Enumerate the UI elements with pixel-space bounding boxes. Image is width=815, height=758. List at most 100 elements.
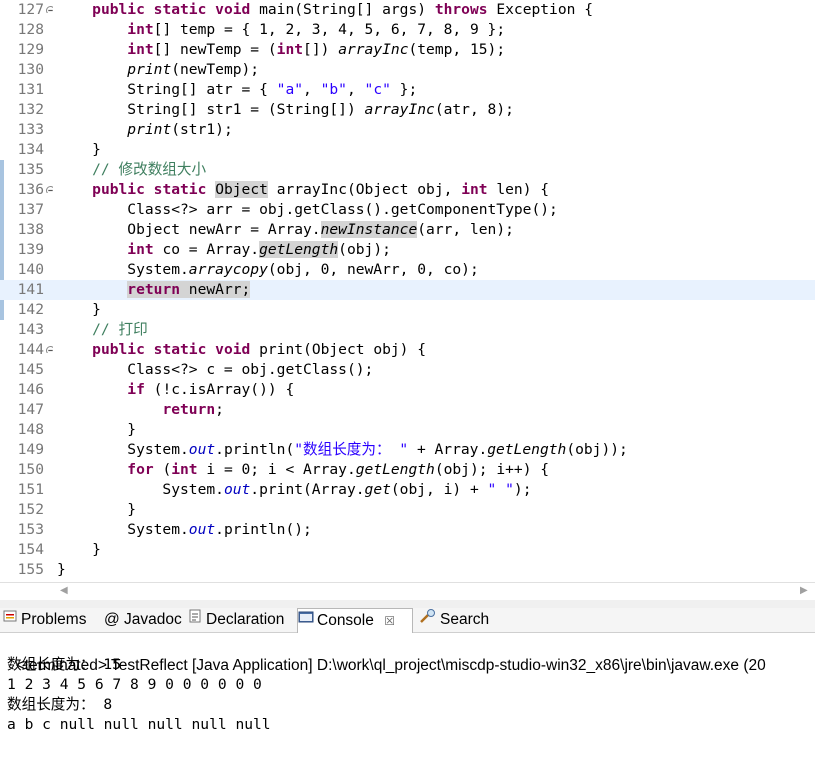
line-number: 151 <box>17 481 44 498</box>
code-line[interactable]: 149 System.out.println("数组长度为： " + Array… <box>0 440 815 460</box>
code-line[interactable]: 148 } <box>0 420 815 440</box>
code-line[interactable]: 145 Class<?> c = obj.getClass(); <box>0 360 815 380</box>
line-number: 148 <box>17 421 44 438</box>
current-code-line[interactable]: 141 return newArr; <box>0 280 815 300</box>
code-editor[interactable]: 127 public static void main(String[] arg… <box>0 0 815 582</box>
declaration-icon <box>187 608 203 631</box>
code-line[interactable]: 142 } <box>0 300 815 320</box>
view-tab-bar: Problems @ Javadoc Declaration Console ☒… <box>0 608 815 633</box>
scroll-left-icon[interactable]: ◀ <box>60 585 68 596</box>
close-icon[interactable]: ☒ <box>384 614 395 628</box>
code-text: public static void print(Object obj) { <box>92 341 427 358</box>
console-line: 数组长度为： 8 <box>7 696 113 713</box>
code-line[interactable]: 133 print(str1); <box>0 120 815 140</box>
code-line[interactable]: 131 String[] atr = { "a", "b", "c" }; <box>0 80 815 100</box>
code-line[interactable]: 136 public static Object arrayInc(Object… <box>0 180 815 200</box>
console-line: a b c null null null null null <box>7 716 271 733</box>
code-text: System.out.print(Array.get(obj, i) + " "… <box>57 481 532 498</box>
code-text: print(newTemp); <box>127 61 260 78</box>
line-number: 138 <box>17 221 44 238</box>
code-text: String[] atr = { "a", "b", "c" }; <box>57 81 418 98</box>
code-line[interactable]: 155} <box>0 560 815 580</box>
line-number: 144 <box>17 341 44 358</box>
code-line[interactable]: 137 Class<?> arr = obj.getClass().getCom… <box>0 200 815 220</box>
code-line[interactable]: 147 return; <box>0 400 815 420</box>
code-text: } <box>57 501 137 518</box>
code-line[interactable]: 150 for (int i = 0; i < Array.getLength(… <box>0 460 815 480</box>
search-icon <box>419 608 437 631</box>
line-number: 129 <box>17 41 44 58</box>
line-number: 147 <box>17 401 44 418</box>
line-number: 153 <box>17 521 44 538</box>
tab-console[interactable]: Console ☒ <box>297 608 413 633</box>
code-line[interactable]: 129 int[] newTemp = (int[]) arrayInc(tem… <box>0 40 815 60</box>
code-text: return; <box>162 401 224 418</box>
scroll-right-icon[interactable]: ▶ <box>800 585 808 596</box>
code-line[interactable]: 146 if (!c.isArray()) { <box>0 380 815 400</box>
line-number: 155 <box>17 561 44 578</box>
code-line[interactable]: 144 public static void print(Object obj)… <box>0 340 815 360</box>
code-line[interactable]: 128 int[] temp = { 1, 2, 3, 4, 5, 6, 7, … <box>0 20 815 40</box>
console-line: 数组长度为： 15 <box>7 656 121 673</box>
tab-declaration[interactable]: Declaration <box>187 608 284 631</box>
console-status: <terminated> TestReflect [Java Applicati… <box>0 633 815 674</box>
line-number: 141 <box>17 281 44 298</box>
code-text: // 修改数组大小 <box>57 161 207 178</box>
line-number: 140 <box>17 261 44 278</box>
code-line[interactable]: 143 // 打印 <box>0 320 815 340</box>
tab-search[interactable]: Search <box>419 608 489 631</box>
code-text: int[] newTemp = (int[]) arrayInc(temp, 1… <box>127 41 506 58</box>
code-line[interactable]: 153 System.out.println(); <box>0 520 815 540</box>
code-text: int[] temp = { 1, 2, 3, 4, 5, 6, 7, 8, 9… <box>127 21 506 38</box>
code-line[interactable]: 140 System.arraycopy(obj, 0, newArr, 0, … <box>0 260 815 280</box>
line-number: 134 <box>17 141 44 158</box>
code-text: print(str1); <box>127 121 233 138</box>
horizontal-scrollbar[interactable]: ◀ ▶ <box>0 582 815 601</box>
line-number: 132 <box>17 101 44 118</box>
fold-toggle-icon[interactable] <box>46 186 53 193</box>
line-number: 135 <box>17 161 44 178</box>
code-text: } <box>57 561 66 578</box>
code-text: Class<?> arr = obj.getClass().getCompone… <box>57 201 558 218</box>
line-number: 131 <box>17 81 44 98</box>
fold-toggle-icon[interactable] <box>46 6 53 13</box>
console-status-text: <terminated> TestReflect [Java Applicati… <box>15 657 766 674</box>
code-line[interactable]: 130 print(newTemp); <box>0 60 815 80</box>
tab-problems[interactable]: Problems <box>2 608 86 631</box>
line-number: 136 <box>17 181 44 198</box>
problems-icon <box>2 608 18 631</box>
code-text: System.arraycopy(obj, 0, newArr, 0, co); <box>57 261 479 278</box>
line-number: 149 <box>17 441 44 458</box>
code-text: int co = Array.getLength(obj); <box>127 241 391 258</box>
console-line: 1 2 3 4 5 6 7 8 9 0 0 0 0 0 0 <box>7 676 262 693</box>
tab-javadoc[interactable]: @ Javadoc <box>104 608 182 631</box>
code-line[interactable]: 135 // 修改数组大小 <box>0 160 815 180</box>
code-line[interactable]: 134 } <box>0 140 815 160</box>
tab-label: Console <box>317 612 374 629</box>
line-number: 130 <box>17 61 44 78</box>
code-line[interactable]: 151 System.out.print(Array.get(obj, i) +… <box>0 480 815 500</box>
code-line[interactable]: 138 Object newArr = Array.newInstance(ar… <box>0 220 815 240</box>
line-number: 127 <box>17 1 44 18</box>
code-text: return newArr; <box>127 281 251 298</box>
console-icon <box>298 609 314 632</box>
code-line[interactable]: 154 } <box>0 540 815 560</box>
fold-toggle-icon[interactable] <box>46 346 53 353</box>
line-number: 137 <box>17 201 44 218</box>
tab-label: @ Javadoc <box>104 611 182 628</box>
line-number: 139 <box>17 241 44 258</box>
code-line[interactable]: 152 } <box>0 500 815 520</box>
code-text: } <box>57 541 101 558</box>
code-text: System.out.println(); <box>57 521 312 538</box>
code-text: if (!c.isArray()) { <box>127 381 295 398</box>
line-number: 145 <box>17 361 44 378</box>
code-text: } <box>57 301 101 318</box>
code-line[interactable]: 127 public static void main(String[] arg… <box>0 0 815 20</box>
code-line[interactable]: 132 String[] str1 = (String[]) arrayInc(… <box>0 100 815 120</box>
line-number: 152 <box>17 501 44 518</box>
code-text: } <box>57 421 137 438</box>
tab-label: Search <box>440 611 490 628</box>
code-line[interactable]: 139 int co = Array.getLength(obj); <box>0 240 815 260</box>
code-text: Class<?> c = obj.getClass(); <box>57 361 374 378</box>
code-text: Object newArr = Array.newInstance(arr, l… <box>57 221 514 238</box>
